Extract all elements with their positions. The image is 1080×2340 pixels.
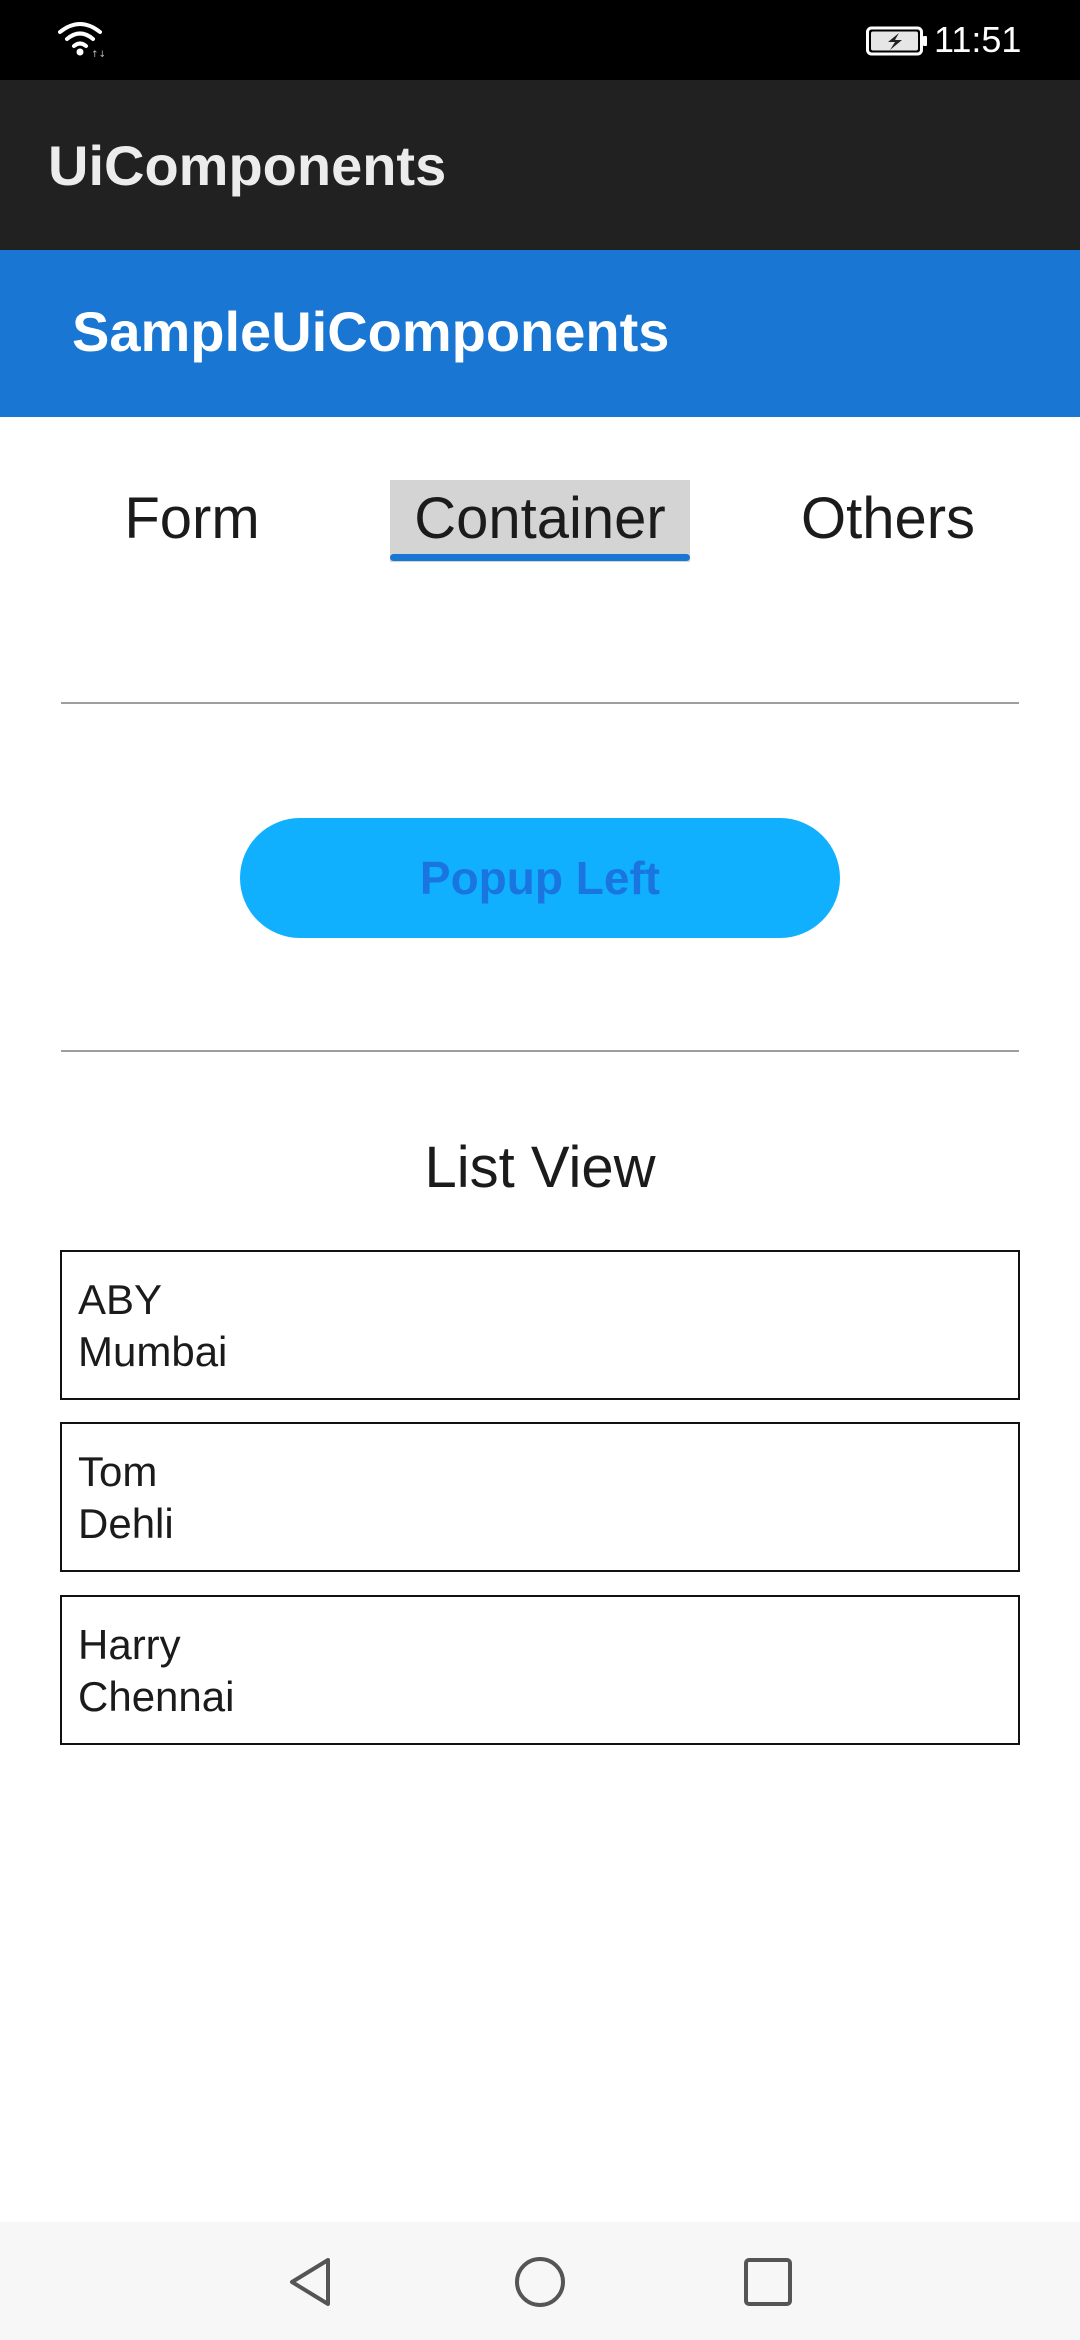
popup-left-button[interactable]: Popup Left [240, 818, 840, 938]
status-bar: ↑↓ 11:51 [0, 0, 1080, 80]
battery-charging-icon [866, 26, 927, 56]
tab-others[interactable]: Others [788, 480, 988, 562]
svg-text:↑↓: ↑↓ [91, 50, 104, 58]
status-time: 11:51 [934, 19, 1022, 60]
system-nav-bar [0, 2222, 1080, 2340]
recents-icon[interactable] [736, 2250, 800, 2314]
divider [61, 1050, 1019, 1052]
page-title: SampleUiComponents [72, 300, 670, 363]
home-icon[interactable] [508, 2250, 572, 2314]
tab-form[interactable]: Form [92, 480, 292, 562]
wifi-icon: ↑↓ [58, 22, 104, 58]
list-item-city: Dehli [78, 1500, 174, 1547]
list-item[interactable]: ABY Mumbai [60, 1250, 1020, 1400]
list-item-name: Harry [78, 1621, 181, 1668]
back-icon[interactable] [278, 2250, 342, 2314]
list-item-name: ABY [78, 1276, 163, 1323]
list-view-heading: List View [424, 1135, 656, 1200]
list-item-name: Tom [78, 1448, 158, 1495]
divider [61, 702, 1019, 704]
tab-container[interactable]: Container [390, 480, 690, 562]
list-item[interactable]: Harry Chennai [60, 1595, 1020, 1745]
app-title: UiComponents [48, 134, 447, 197]
app-bar: UiComponents [0, 80, 1080, 250]
page-header: SampleUiComponents [0, 250, 1080, 417]
list-item-city: Chennai [78, 1673, 235, 1720]
list-item[interactable]: Tom Dehli [60, 1422, 1020, 1572]
list-item-city: Mumbai [78, 1328, 228, 1375]
tab-selected-indicator [390, 554, 690, 561]
